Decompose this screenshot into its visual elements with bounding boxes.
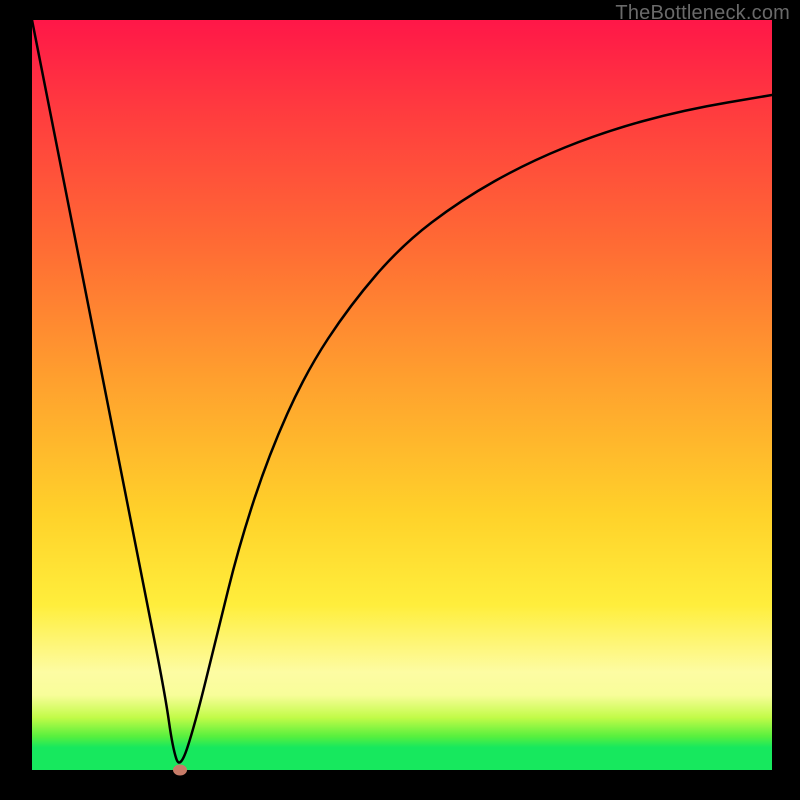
chart-frame: TheBottleneck.com [0,0,800,800]
plot-area [32,20,772,770]
bottleneck-curve [32,20,772,770]
curve-path [32,20,772,763]
optimal-point-marker [173,765,187,776]
